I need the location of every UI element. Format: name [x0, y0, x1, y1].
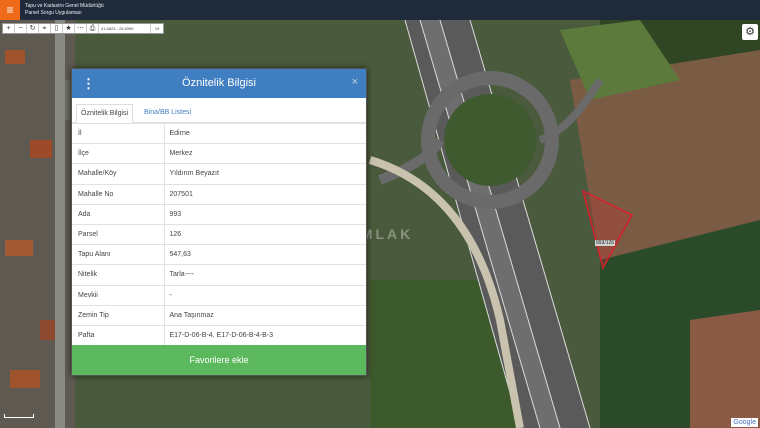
attribute-value: - — [164, 284, 366, 306]
google-logo: Google — [731, 418, 758, 427]
table-row: Tapu Alanı 547,63 — [72, 244, 366, 265]
attribute-table: İl Edirne İlçe Merkez Mahalle/Köy Yıldırım Be… — [72, 122, 366, 346]
menu-icon[interactable]: ≡ — [0, 0, 20, 20]
table-row: Zemin Tip Ana Taşınmaz — [72, 304, 366, 326]
refresh-icon[interactable]: ↻ — [27, 24, 39, 33]
attribute-key: Tapu Alanı — [72, 244, 165, 265]
parcel-label: 993/126 — [595, 240, 616, 246]
star-icon[interactable]: ★ — [63, 24, 75, 33]
attribute-key: Ada — [72, 203, 165, 225]
table-row: Ada 993 — [72, 203, 366, 225]
attribute-key: İl — [72, 122, 165, 144]
table-row: Parsel 126 — [72, 223, 366, 245]
locate-icon[interactable]: ⌖ — [39, 24, 51, 33]
coordinate-readout: 41.6823 - 26.5359 — [99, 24, 151, 33]
table-row: Nitelik Tarla---- — [72, 264, 366, 285]
table-row: İl Edirne — [72, 122, 366, 144]
attribute-key: Nitelik — [72, 264, 165, 285]
zoom-in-icon[interactable]: + — [3, 24, 15, 33]
attribute-value: Edirne — [164, 122, 366, 144]
attribute-value: 547,63 — [164, 244, 366, 265]
app-title-line2: Parsel Sorgu Uygulaması — [25, 10, 82, 16]
table-row: Pafta E17-D-06-B-4, E17-D-06-B-4-B-3 — [72, 324, 366, 346]
print-icon[interactable]: ⎙ — [87, 24, 99, 33]
zoom-out-icon[interactable]: − — [15, 24, 27, 33]
tab-building-list[interactable]: Bina/BB Listesi — [140, 104, 195, 123]
attribute-value: Yıldırım Beyazıt — [164, 163, 366, 185]
attribute-key: Mevkii — [72, 284, 165, 306]
table-row: İlçe Merkez — [72, 143, 366, 164]
layer-icon[interactable]: ▯ — [51, 24, 63, 33]
dialog-title: Öznitelik Bilgisi — [182, 77, 256, 89]
zoom-level: 19 — [154, 26, 160, 31]
attribute-value: Merkez — [164, 143, 366, 164]
scale-bar — [4, 414, 34, 418]
attribute-value: Tarla---- — [164, 264, 366, 285]
attribute-value: Ana Taşınmaz — [164, 304, 366, 326]
more-icon[interactable]: ⋯ — [75, 24, 87, 33]
attribute-key: Mahalle No — [72, 183, 165, 205]
attribute-key: Parsel — [72, 223, 165, 245]
app-title-line1: Tapu ve Kadastro Genel Müdürlüğü — [25, 3, 104, 9]
dialog-header: ⋮ Öznitelik Bilgisi × — [72, 69, 366, 98]
attribute-key: Zemin Tip — [72, 304, 165, 326]
app-title: Tapu ve Kadastro Genel Müdürlüğü Parsel … — [25, 3, 104, 17]
attribute-key: İlçe — [72, 143, 165, 164]
attribute-value: 207501 — [164, 183, 366, 205]
close-icon[interactable]: × — [352, 76, 358, 88]
attribute-key: Mahalle/Köy — [72, 163, 165, 185]
tab-attributes[interactable]: Öznitelik Bilgisi — [76, 104, 134, 123]
map-toolbar: + − ↻ ⌖ ▯ ★ ⋯ ⎙ 41.6823 - 26.5359 19 — [2, 23, 164, 34]
top-bar: ≡ Tapu ve Kadastro Genel Müdürlüğü Parse… — [0, 0, 760, 20]
attribute-value: E17-D-06-B-4, E17-D-06-B-4-B-3 — [164, 324, 366, 346]
attribute-dialog: ⋮ Öznitelik Bilgisi × Öznitelik Bilgisi … — [71, 68, 367, 376]
attribute-key: Pafta — [72, 324, 165, 346]
attribute-value: 126 — [164, 223, 366, 245]
gear-icon[interactable]: ⚙ — [742, 24, 758, 40]
table-row: Mahalle/Köy Yıldırım Beyazıt — [72, 163, 366, 185]
add-favorite-button[interactable]: Favorilere ekle — [72, 345, 366, 375]
attribute-value: 993 — [164, 203, 366, 225]
table-row: Mevkii - — [72, 284, 366, 306]
dialog-tabs: Öznitelik Bilgisi Bina/BB Listesi — [72, 98, 366, 123]
table-row: Mahalle No 207501 — [72, 183, 366, 205]
